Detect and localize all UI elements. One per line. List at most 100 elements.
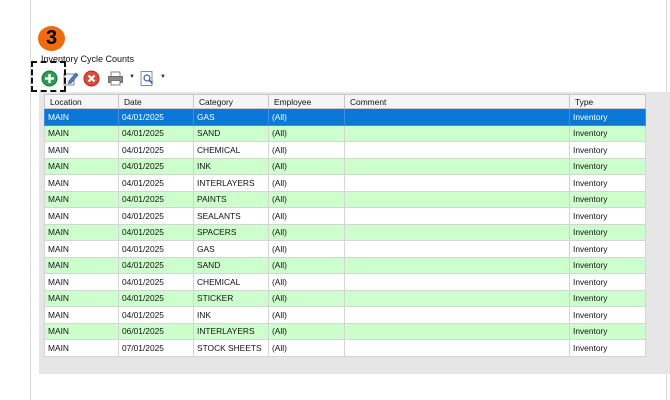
date-cell[interactable]: 04/01/2025 [118,256,194,274]
type-cell[interactable]: Inventory [569,190,646,208]
date-cell[interactable]: 06/01/2025 [118,322,194,340]
table-row[interactable]: MAIN 04/01/2025 PAINTS (All) Inventory [44,190,646,208]
table-row[interactable]: MAIN 04/01/2025 GAS (All) Inventory [44,240,646,258]
date-cell[interactable]: 04/01/2025 [118,124,194,142]
date-cell[interactable]: 04/01/2025 [118,108,194,126]
category-cell[interactable]: CHEMICAL [193,273,269,291]
comment-cell[interactable] [344,223,570,241]
type-cell[interactable]: Inventory [569,141,646,159]
table-row[interactable]: MAIN 04/01/2025 CHEMICAL (All) Inventory [44,141,646,159]
category-cell[interactable]: INK [193,157,269,175]
table-row[interactable]: MAIN 04/01/2025 SPACERS (All) Inventory [44,223,646,241]
employee-cell[interactable]: (All) [268,108,345,126]
category-cell[interactable]: CHEMICAL [193,141,269,159]
preview-button[interactable] [138,69,156,87]
type-cell[interactable]: Inventory [569,322,646,340]
employee-cell[interactable]: (All) [268,339,345,357]
location-cell[interactable]: MAIN [44,157,119,175]
table-row[interactable]: MAIN 06/01/2025 INTERLAYERS (All) Inventory [44,322,646,340]
location-cell[interactable]: MAIN [44,108,119,126]
category-cell[interactable]: INK [193,306,269,324]
date-cell[interactable]: 04/01/2025 [118,240,194,258]
comment-cell[interactable] [344,273,570,291]
type-cell[interactable]: Inventory [569,174,646,192]
table-row[interactable]: MAIN 07/01/2025 STOCK SHEETS (All) Inventory [44,339,646,357]
comment-cell[interactable] [344,157,570,175]
comment-cell[interactable] [344,240,570,258]
type-cell[interactable]: Inventory [569,157,646,175]
category-cell[interactable]: SAND [193,256,269,274]
date-cell[interactable]: 04/01/2025 [118,273,194,291]
print-dropdown-arrow[interactable]: ▼ [129,74,135,80]
type-cell[interactable]: Inventory [569,108,646,126]
type-cell[interactable]: Inventory [569,289,646,307]
print-button[interactable] [106,69,124,87]
date-cell[interactable]: 04/01/2025 [118,157,194,175]
employee-cell[interactable]: (All) [268,124,345,142]
type-cell[interactable]: Inventory [569,306,646,324]
date-cell[interactable]: 04/01/2025 [118,289,194,307]
employee-cell[interactable]: (All) [268,289,345,307]
comment-cell[interactable] [344,141,570,159]
table-row[interactable]: MAIN 04/01/2025 INTERLAYERS (All) Inventory [44,174,646,192]
table-row[interactable]: MAIN 04/01/2025 INK (All) Inventory [44,306,646,324]
employee-cell[interactable]: (All) [268,256,345,274]
category-cell[interactable]: SAND [193,124,269,142]
date-cell[interactable]: 04/01/2025 [118,174,194,192]
column-header-comment[interactable]: Comment [344,94,570,109]
date-cell[interactable]: 07/01/2025 [118,339,194,357]
table-row[interactable]: MAIN 04/01/2025 STICKER (All) Inventory [44,289,646,307]
comment-cell[interactable] [344,306,570,324]
category-cell[interactable]: GAS [193,240,269,258]
employee-cell[interactable]: (All) [268,240,345,258]
category-cell[interactable]: PAINTS [193,190,269,208]
comment-cell[interactable] [344,190,570,208]
column-header-category[interactable]: Category [193,94,269,109]
type-cell[interactable]: Inventory [569,339,646,357]
location-cell[interactable]: MAIN [44,141,119,159]
location-cell[interactable]: MAIN [44,322,119,340]
location-cell[interactable]: MAIN [44,289,119,307]
employee-cell[interactable]: (All) [268,273,345,291]
category-cell[interactable]: GAS [193,108,269,126]
location-cell[interactable]: MAIN [44,339,119,357]
employee-cell[interactable]: (All) [268,190,345,208]
location-cell[interactable]: MAIN [44,240,119,258]
type-cell[interactable]: Inventory [569,207,646,225]
employee-cell[interactable]: (All) [268,207,345,225]
comment-cell[interactable] [344,339,570,357]
comment-cell[interactable] [344,207,570,225]
comment-cell[interactable] [344,289,570,307]
type-cell[interactable]: Inventory [569,273,646,291]
preview-dropdown-arrow[interactable]: ▼ [160,74,166,80]
comment-cell[interactable] [344,108,570,126]
employee-cell[interactable]: (All) [268,322,345,340]
location-cell[interactable]: MAIN [44,256,119,274]
category-cell[interactable]: STOCK SHEETS [193,339,269,357]
type-cell[interactable]: Inventory [569,124,646,142]
type-cell[interactable]: Inventory [569,256,646,274]
location-cell[interactable]: MAIN [44,306,119,324]
column-header-employee[interactable]: Employee [268,94,345,109]
table-row[interactable]: MAIN 04/01/2025 GAS (All) Inventory [44,108,646,126]
date-cell[interactable]: 04/01/2025 [118,190,194,208]
location-cell[interactable]: MAIN [44,273,119,291]
location-cell[interactable]: MAIN [44,207,119,225]
category-cell[interactable]: INTERLAYERS [193,322,269,340]
employee-cell[interactable]: (All) [268,141,345,159]
employee-cell[interactable]: (All) [268,306,345,324]
table-row[interactable]: MAIN 04/01/2025 CHEMICAL (All) Inventory [44,273,646,291]
column-header-location[interactable]: Location [44,94,119,109]
location-cell[interactable]: MAIN [44,124,119,142]
column-header-date[interactable]: Date [118,94,194,109]
date-cell[interactable]: 04/01/2025 [118,306,194,324]
date-cell[interactable]: 04/01/2025 [118,223,194,241]
category-cell[interactable]: STICKER [193,289,269,307]
type-cell[interactable]: Inventory [569,223,646,241]
employee-cell[interactable]: (All) [268,223,345,241]
table-row[interactable]: MAIN 04/01/2025 INK (All) Inventory [44,157,646,175]
comment-cell[interactable] [344,322,570,340]
comment-cell[interactable] [344,256,570,274]
location-cell[interactable]: MAIN [44,223,119,241]
location-cell[interactable]: MAIN [44,174,119,192]
